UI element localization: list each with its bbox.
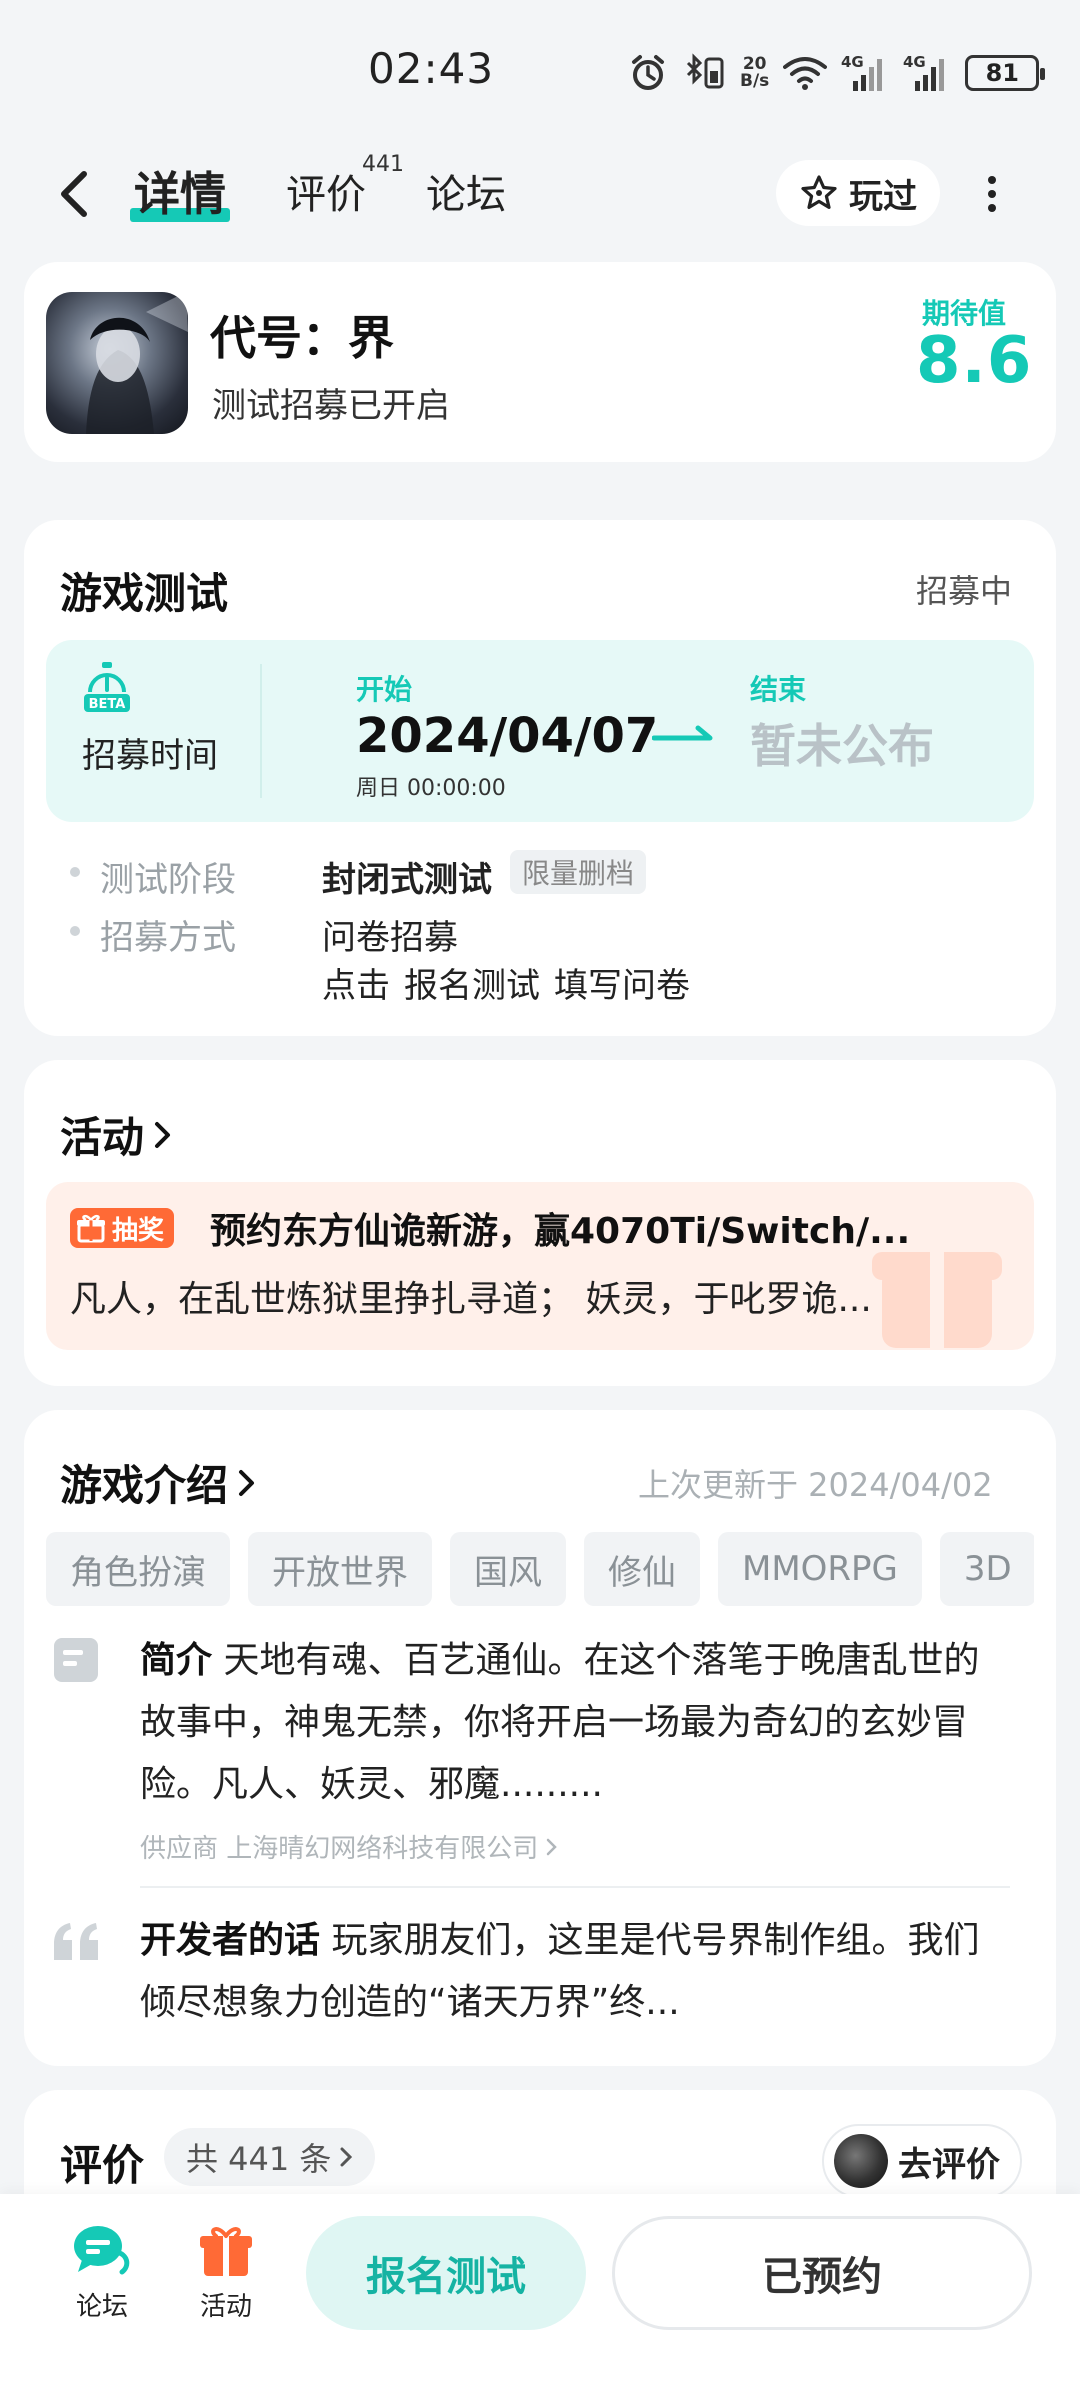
intro-title-text: 游戏介绍: [60, 1461, 229, 1510]
tag-item[interactable]: 国风: [450, 1532, 566, 1606]
arrow-right-icon: [652, 725, 713, 741]
summary-label: 简介: [140, 1640, 213, 1681]
end-value: 暂未公布: [750, 719, 934, 773]
end-label: 结束: [750, 673, 807, 706]
recruit-method-hint: 点击 报名测试 填写问卷: [322, 958, 690, 1007]
game-title: 代号：界: [210, 311, 394, 365]
activity-title-text: 活动: [60, 1113, 145, 1162]
bullet-dot: [70, 926, 80, 936]
tab-detail[interactable]: 详情: [134, 158, 226, 224]
recruit-time-label: 招募时间: [82, 736, 218, 776]
supplier-text: 供应商 上海晴幻网络科技有限公司: [140, 1834, 539, 1864]
recruit-method-label: 招募方式: [100, 918, 236, 958]
wifi-icon: [783, 57, 828, 90]
chevron-right-icon: [547, 1838, 558, 1855]
played-button[interactable]: 玩过: [776, 160, 940, 226]
tab-reviews-count: 441: [362, 152, 404, 177]
back-arrow-icon[interactable]: [50, 164, 100, 224]
hint-text: 填写问卷: [554, 966, 690, 1006]
chevron-right-icon: [239, 1469, 255, 1496]
test-stage-value: 封闭式测试: [322, 860, 492, 900]
write-review-button[interactable]: 去评价: [822, 2124, 1022, 2198]
svg-text:4G: 4G: [903, 53, 926, 71]
bluetooth-battery-icon: [686, 53, 724, 89]
tag-item[interactable]: 角色扮演: [46, 1532, 230, 1606]
hint-text: 点击: [322, 966, 390, 1006]
activity-description: 凡人，在乱世炼狱里挣扎寻道； 妖灵，于叱罗诡...: [70, 1279, 872, 1320]
developer-note[interactable]: 开发者的话 玩家朋友们，这里是代号界制作组。我们倾尽想象力创造的“诸天万界”终.…: [140, 1910, 992, 2034]
game-subtitle: 测试招募已开启: [212, 386, 450, 426]
test-status: 招募中: [916, 572, 1013, 610]
write-review-label: 去评价: [898, 2144, 1000, 2185]
quote-icon: [54, 1923, 98, 1960]
divider: [260, 664, 262, 798]
last-updated: 上次更新于 2024/04/02: [638, 1466, 993, 1504]
lottery-badge: 抽奖: [70, 1208, 175, 1248]
summary-body: 天地有魂、百艺通仙。在这个落笔于晚唐乱世的故事中，神鬼无禁，你将开启一场最为奇幻…: [140, 1640, 980, 1805]
reviews-count-text: 共 441 条: [186, 2140, 332, 2178]
tab-reviews[interactable]: 评价: [286, 162, 366, 220]
svg-text:BETA: BETA: [89, 697, 126, 712]
test-stage-tag: 限量删档: [510, 850, 647, 894]
chevron-right-icon: [340, 2147, 353, 2167]
gift-icon: [200, 2227, 252, 2276]
gift-icon: [77, 1214, 105, 1243]
game-cover-image: [46, 292, 188, 434]
test-stage-label: 测试阶段: [100, 860, 236, 900]
bullet-dot: [70, 867, 80, 877]
summary-document-icon: [54, 1638, 98, 1682]
expectation-score: 8.6: [916, 324, 1033, 398]
status-icons: 20 B/s 4G 4G 81: [628, 50, 1046, 96]
played-label: 玩过: [849, 176, 917, 217]
signup-test-button[interactable]: 报名测试: [306, 2216, 586, 2330]
tag-item[interactable]: 3D: [939, 1532, 1034, 1606]
bottom-activity-label: 活动: [199, 2292, 252, 2322]
user-avatar: [834, 2134, 888, 2188]
tag-item[interactable]: 开放世界: [248, 1532, 432, 1606]
reserved-button[interactable]: 已预约: [612, 2216, 1032, 2330]
start-time: 周日 00:00:00: [356, 776, 506, 801]
start-label: 开始: [356, 673, 413, 706]
chevron-right-icon: [155, 1121, 171, 1148]
bottom-forum-label: 论坛: [75, 2292, 128, 2322]
tag-item[interactable]: MMORPG: [718, 1532, 922, 1606]
lottery-badge-label: 抽奖: [112, 1215, 165, 1246]
battery-indicator: 81: [965, 55, 1046, 91]
reviews-count-pill[interactable]: 共 441 条: [164, 2128, 376, 2186]
status-time: 02:43: [368, 44, 495, 93]
hint-signup-link[interactable]: 报名测试: [404, 958, 540, 1007]
beta-test-icon: BETA: [84, 662, 130, 712]
signal-icon-1: 4G: [841, 53, 883, 91]
bottom-forum-button[interactable]: 论坛: [52, 2222, 152, 2323]
alarm-icon: [632, 55, 664, 90]
summary-text[interactable]: 简介 天地有魂、百艺通仙。在这个落笔于晚唐乱世的故事中，神鬼无禁，你将开启一场最…: [140, 1630, 992, 1816]
divider: [140, 1886, 1010, 1888]
section-title-game-intro[interactable]: 游戏介绍: [60, 1452, 258, 1513]
section-title-reviews: 评价: [60, 2141, 145, 2190]
supplier-link[interactable]: 供应商 上海晴幻网络科技有限公司: [140, 1828, 558, 1865]
bottom-activity-button[interactable]: 活动: [176, 2222, 276, 2323]
net-speed: 20 B/s: [740, 54, 770, 91]
more-options-icon[interactable]: [980, 172, 1004, 216]
svg-text:4G: 4G: [841, 53, 864, 71]
section-title-activity[interactable]: 活动: [60, 1104, 174, 1165]
developer-note-label: 开发者的话: [140, 1920, 321, 1961]
start-date: 2024/04/07: [356, 708, 659, 764]
recruit-method-value: 问卷招募: [322, 918, 458, 958]
section-title-game-test: 游戏测试: [60, 569, 229, 618]
tab-forum[interactable]: 论坛: [426, 162, 506, 220]
star-icon: [801, 175, 837, 209]
forum-chat-icon: [74, 2226, 130, 2275]
activity-headline[interactable]: 预约东方仙诡新游，赢4070Ti/Switch/...: [210, 1202, 970, 1254]
tag-list: 角色扮演 开放世界 国风 修仙 MMORPG 3D: [46, 1532, 1034, 1606]
tag-item[interactable]: 修仙: [584, 1532, 700, 1606]
signal-icon-2: 4G: [903, 53, 945, 91]
